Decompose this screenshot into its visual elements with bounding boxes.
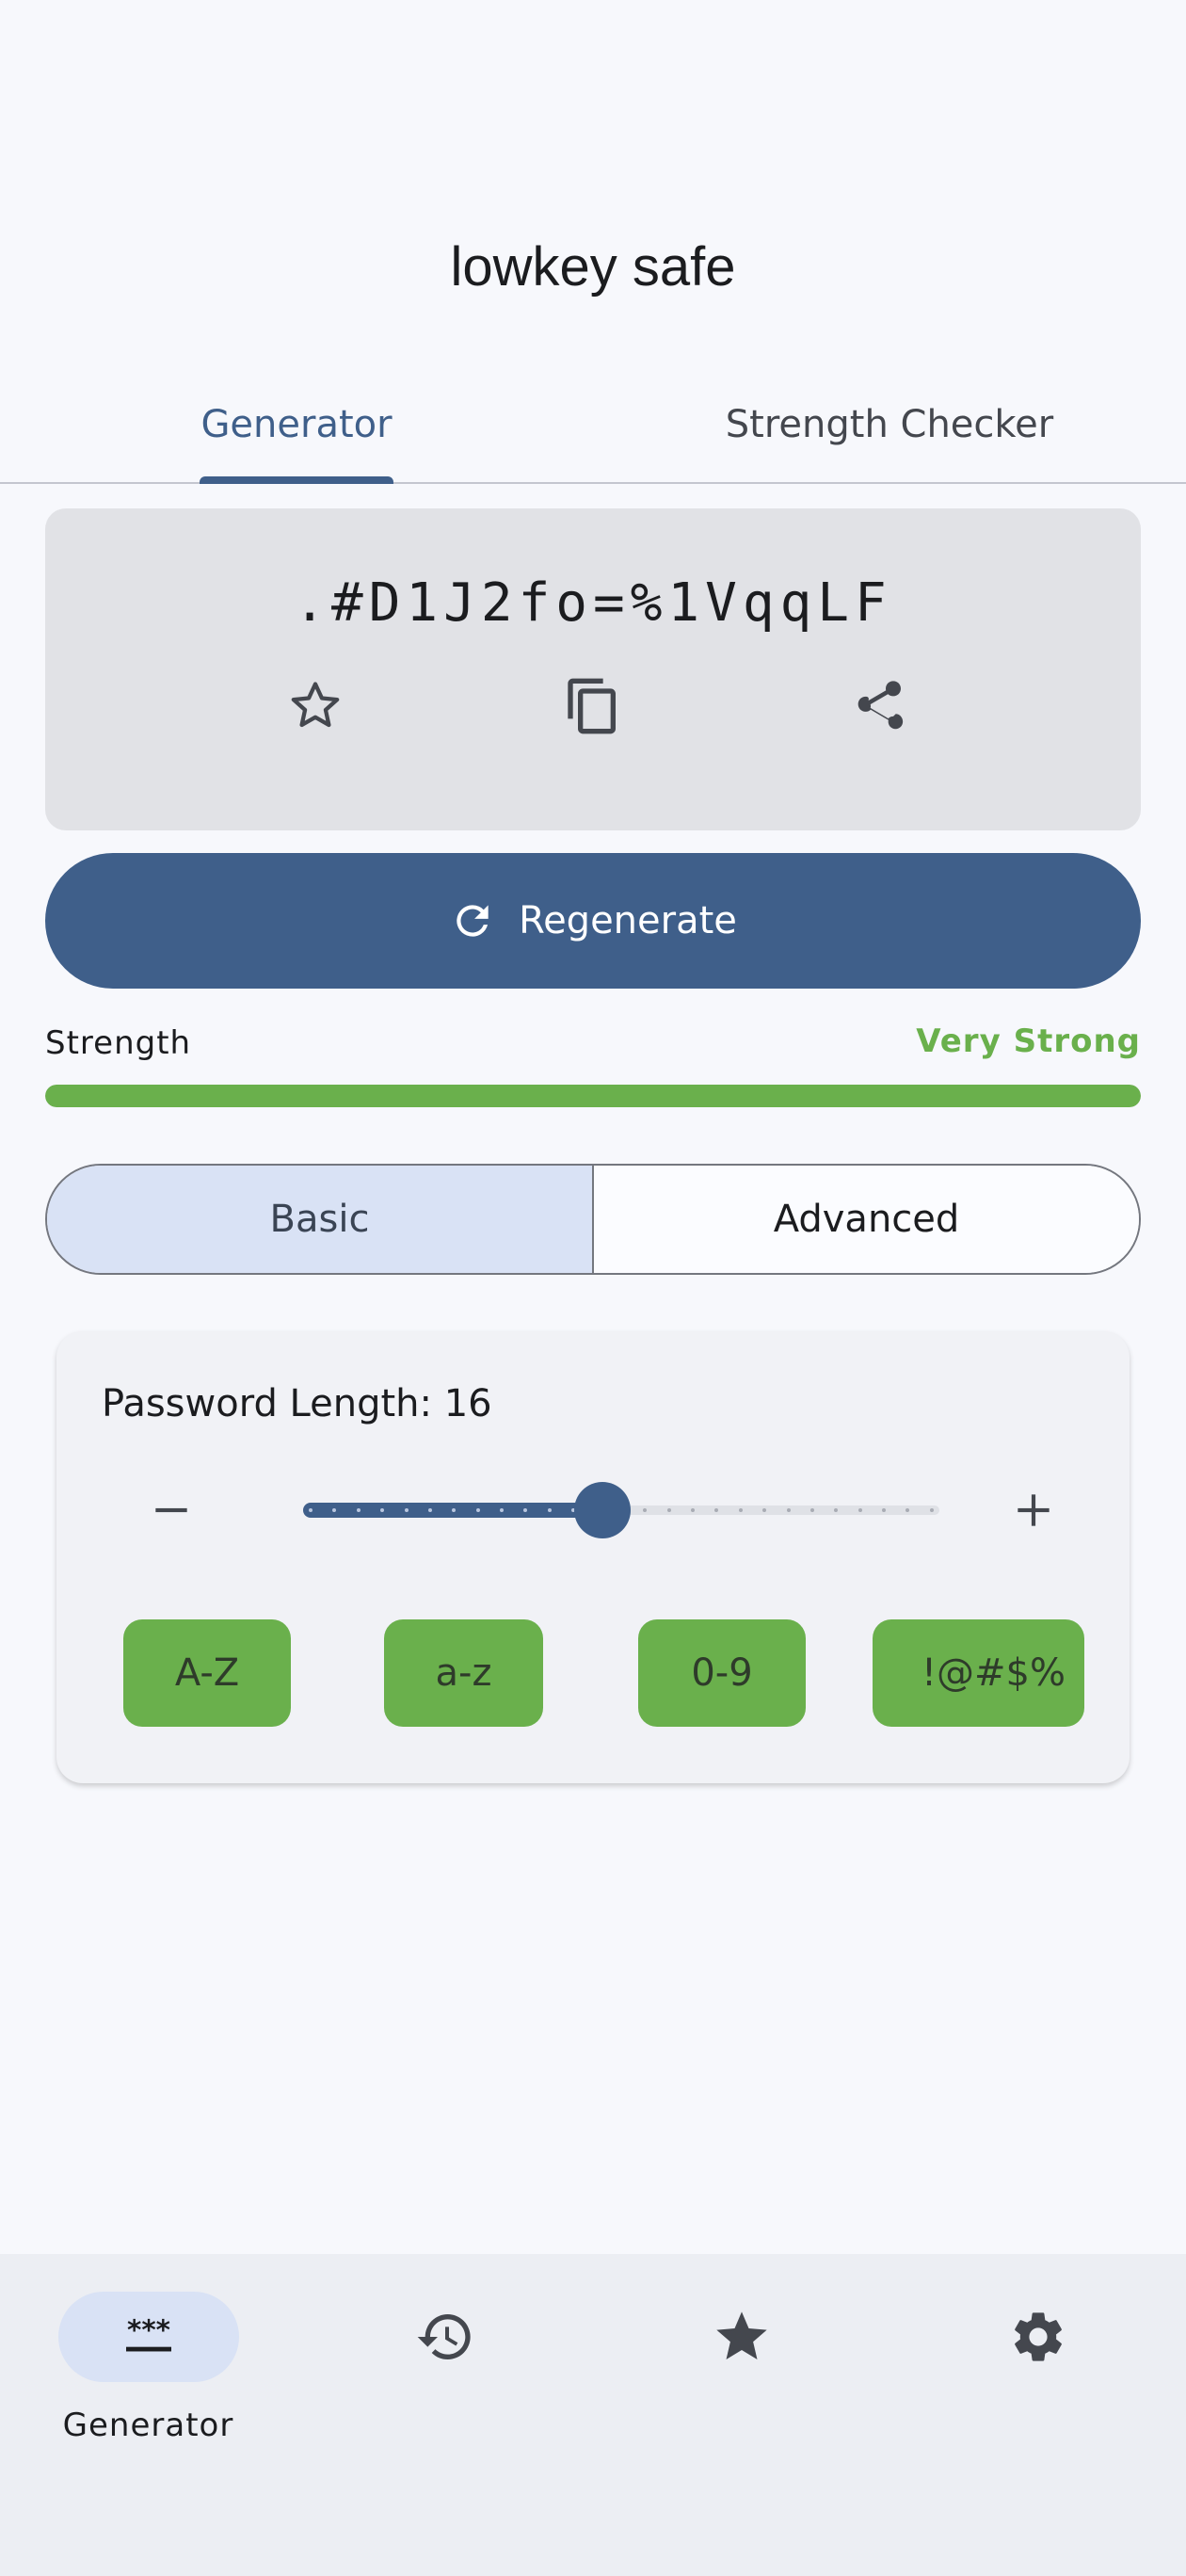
lowercase-chip-label: a-z — [435, 1651, 492, 1695]
regenerate-button[interactable]: Regenerate — [45, 853, 1141, 989]
settings-icon — [948, 2292, 1129, 2382]
length-slider[interactable] — [303, 1482, 939, 1538]
plus-icon — [1018, 1494, 1050, 1526]
password-length-label: Password Length: 16 — [102, 1382, 492, 1425]
refresh-icon — [457, 905, 489, 937]
slider-tick — [834, 1508, 839, 1512]
slider-tick — [714, 1508, 719, 1512]
slider-tick — [356, 1508, 361, 1512]
digits-chip-label: 0-9 — [691, 1651, 753, 1695]
strength-bar-fill — [45, 1085, 1141, 1107]
slider-tick — [427, 1508, 432, 1512]
svg-text:***: *** — [126, 2314, 169, 2346]
decrease-length-button[interactable] — [134, 1473, 209, 1548]
regenerate-label: Regenerate — [519, 899, 737, 942]
slider-tick — [643, 1508, 648, 1512]
slider-tick — [738, 1508, 743, 1512]
uppercase-chip-label: A-Z — [174, 1651, 240, 1695]
app-title: lowkey safe — [450, 236, 736, 298]
digits-chip[interactable]: 0-9 — [638, 1619, 806, 1727]
copy-icon[interactable] — [555, 668, 631, 744]
slider-tick — [452, 1508, 457, 1512]
minus-icon — [155, 1507, 187, 1513]
password-icon: *** — [57, 2292, 239, 2382]
password-card: .#D1J2fo=%1VqqLF — [45, 508, 1141, 830]
nav-generator-label: Generator — [62, 2407, 234, 2444]
slider-tick — [666, 1508, 671, 1512]
generated-password[interactable]: .#D1J2fo=%1VqqLF — [45, 572, 1141, 634]
star-outline-icon[interactable] — [278, 668, 353, 744]
slider-tick — [475, 1508, 480, 1512]
slider-tick — [857, 1508, 862, 1512]
slider-tick — [332, 1508, 337, 1512]
mode-toggle: Basic Advanced — [45, 1164, 1141, 1275]
tab-generator[interactable]: Generator — [0, 367, 593, 482]
options-card: Password Length: 16 A-Z a-z 0-9 !@#$% — [56, 1331, 1130, 1783]
slider-tick — [786, 1508, 791, 1512]
lowercase-chip[interactable]: a-z — [384, 1619, 543, 1727]
symbols-chip-label: !@#$% — [922, 1651, 1066, 1695]
share-icon[interactable] — [841, 668, 916, 744]
mode-basic-button[interactable]: Basic — [47, 1166, 594, 1273]
slider-tick — [906, 1508, 910, 1512]
tab-strength-checker[interactable]: Strength Checker — [593, 367, 1186, 482]
uppercase-chip[interactable]: A-Z — [123, 1619, 291, 1727]
star-filled-icon — [651, 2292, 832, 2382]
slider-tick — [929, 1508, 934, 1512]
nav-generator[interactable]: *** Generator — [0, 2292, 296, 2480]
mode-advanced-button[interactable]: Advanced — [594, 1166, 1139, 1273]
bottom-navigation: *** Generator — [0, 2254, 1186, 2576]
increase-length-button[interactable] — [996, 1473, 1071, 1548]
slider-tick — [380, 1508, 385, 1512]
strength-bar — [45, 1085, 1141, 1107]
slider-thumb[interactable] — [573, 1482, 631, 1538]
strength-label: Strength — [45, 1024, 192, 1062]
slider-tick — [404, 1508, 409, 1512]
slider-tick — [500, 1508, 504, 1512]
slider-tick — [691, 1508, 695, 1512]
slider-tick — [762, 1508, 767, 1512]
slider-tick — [547, 1508, 552, 1512]
slider-tick — [809, 1508, 814, 1512]
nav-settings[interactable] — [890, 2292, 1186, 2480]
symbols-chip[interactable]: !@#$% — [873, 1619, 1084, 1727]
slider-tick — [523, 1508, 528, 1512]
history-icon — [355, 2292, 536, 2382]
nav-favorites[interactable] — [593, 2292, 890, 2480]
nav-history[interactable] — [296, 2292, 593, 2480]
tab-indicator — [200, 476, 393, 484]
tab-bar: Generator Strength Checker — [0, 367, 1186, 484]
strength-value: Very Strong — [916, 1022, 1141, 1060]
slider-tick — [309, 1508, 313, 1512]
slider-tick — [882, 1508, 886, 1512]
